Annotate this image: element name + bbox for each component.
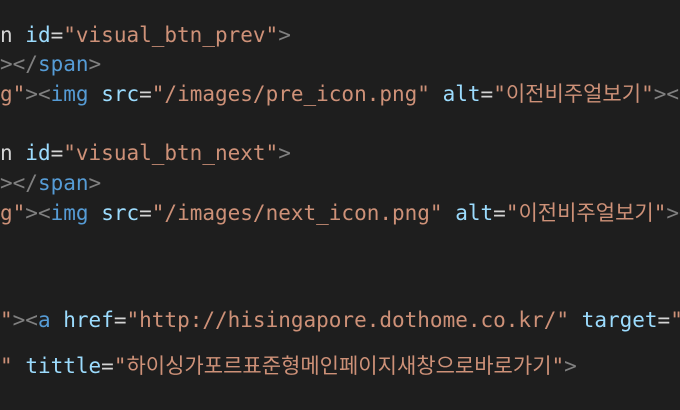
code-token-tag-bracket: >< <box>25 201 51 225</box>
code-token-tag-name: img <box>50 201 89 225</box>
code-token-string: "/images/next_icon.png" <box>151 201 443 225</box>
code-token-tag-bracket: > <box>278 23 291 47</box>
code-token-tag-bracket: </ <box>12 171 38 195</box>
code-line[interactable]: " tittle="하이싱가포르표준형메인페이지새창으로바로가기"> <box>0 351 577 381</box>
code-token-string: "하이싱가포르표준형메인페이지새창으로바로가기" <box>113 354 565 378</box>
code-line[interactable]: g"><img src="/images/pre_icon.png" alt="… <box>0 79 680 109</box>
code-token-tag-bracket: ></ <box>653 82 680 106</box>
code-line[interactable]: n id="visual_btn_next"> <box>0 138 291 168</box>
code-token-text: = <box>139 82 152 106</box>
code-token-text: = <box>657 308 671 332</box>
code-token-attribute: alt <box>455 201 494 225</box>
code-token-attribute: id <box>25 141 51 165</box>
code-token-string: g" <box>0 82 26 106</box>
code-token-text: = <box>50 23 64 47</box>
code-token-tag-bracket: > <box>564 354 577 378</box>
code-token-string: "이전비주얼보기" <box>493 82 654 106</box>
code-token-attribute: tittle <box>25 354 102 378</box>
code-token-string: "이전비주얼보기" <box>505 201 667 225</box>
code-token-text: = <box>50 141 64 165</box>
code-token-text: = <box>101 354 114 378</box>
code-token-tag-bracket: > <box>278 141 291 165</box>
code-token-string: "_blank" <box>670 308 680 332</box>
code-token-tag-bracket: >< <box>25 82 51 106</box>
code-token-tag-name: img <box>50 82 89 106</box>
code-token-string: " <box>0 308 13 332</box>
code-token-tag-name: span <box>37 52 89 76</box>
code-token-text: = <box>480 82 494 106</box>
code-token-attribute: alt <box>442 82 481 106</box>
code-token-attribute: src <box>101 82 140 106</box>
code-token-tag-name: a <box>37 308 51 332</box>
code-token-tag-bracket: > <box>0 52 13 76</box>
code-line[interactable]: "><a href="http://hisingapore.dothome.co… <box>0 305 680 335</box>
code-token-attribute: target <box>581 308 658 332</box>
code-token-attribute: src <box>101 201 140 225</box>
code-line[interactable]: n id="visual_btn_prev"> <box>0 20 291 50</box>
code-token-text: n <box>0 141 26 165</box>
code-token-string: "http://hisingapore.dothome.co.kr/" <box>126 308 570 332</box>
code-token-tag-bracket: > <box>88 171 102 195</box>
code-token-tag-bracket: >< <box>12 308 38 332</box>
code-token-attribute: id <box>25 23 51 47</box>
code-token-string: " <box>0 354 13 378</box>
code-token-tag-bracket: >< <box>666 201 680 225</box>
code-token-tag-name: span <box>37 171 89 195</box>
code-token-tag-bracket: > <box>88 52 102 76</box>
code-token-text: = <box>113 308 127 332</box>
code-editor[interactable]: n id="visual_btn_prev"> ></span> g"><img… <box>0 0 680 410</box>
code-token-string: "/images/pre_icon.png" <box>151 82 430 106</box>
code-token-text: = <box>493 201 506 225</box>
code-line[interactable]: ></span> <box>0 49 101 79</box>
code-token-string: "visual_btn_prev" <box>63 23 279 47</box>
code-token-string: "visual_btn_next" <box>63 141 279 165</box>
code-token-tag-bracket: > <box>0 171 13 195</box>
code-line[interactable]: ></span> <box>0 168 101 198</box>
code-token-text: = <box>139 201 152 225</box>
code-line[interactable]: g"><img src="/images/next_icon.png" alt=… <box>0 198 680 228</box>
code-token-string: g" <box>0 201 26 225</box>
code-token-tag-bracket: </ <box>12 52 38 76</box>
code-token-attribute: href <box>63 308 114 332</box>
code-token-text: n <box>0 23 26 47</box>
